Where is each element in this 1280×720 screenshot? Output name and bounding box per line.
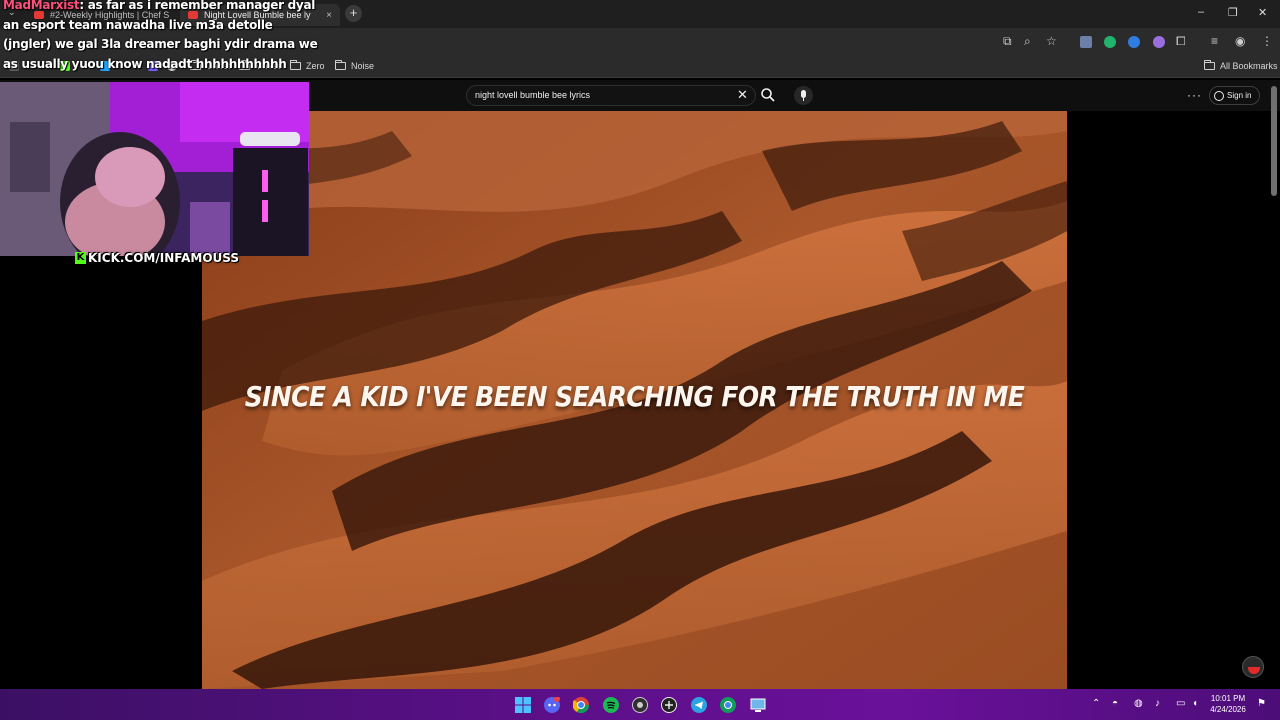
clock-date: 4/24/2026 — [1210, 705, 1246, 714]
video-player[interactable]: SINCE A KID I'VE BEEN SEARCHING FOR THE … — [202, 111, 1067, 689]
clock-time: 10:01 PM — [1210, 694, 1246, 703]
volume-icon[interactable]: ◖ — [1192, 698, 1198, 709]
bookmark-folder-noise[interactable]: Noise — [335, 60, 375, 71]
maximize-button[interactable]: ❐ — [1228, 6, 1238, 19]
media-controls-icon[interactable]: ≡ — [1211, 34, 1218, 48]
bookmark-label: All Bookmarks — [1220, 61, 1278, 71]
search-icon[interactable] — [760, 87, 776, 103]
microphone-icon[interactable] — [794, 86, 813, 105]
tray-overflow-icon[interactable]: ⌃ — [1092, 698, 1100, 709]
bookmark-star-icon[interactable]: ☆ — [1046, 34, 1057, 48]
kick-channel-label: K KICK.COM/INFAMOUSS — [75, 250, 239, 265]
extension-1-icon[interactable] — [1080, 36, 1092, 48]
extension-3-icon[interactable] — [1128, 36, 1140, 48]
kick-url: KICK.COM/INFAMOUSS — [88, 250, 240, 265]
chat-username: MadMarxist — [3, 0, 80, 12]
browser-menu-icon[interactable]: ⋮ — [1261, 34, 1273, 48]
lyric-caption: SINCE A KID I'VE BEEN SEARCHING FOR THE … — [244, 380, 1025, 413]
discord-tray-icon[interactable]: ◓ — [1112, 698, 1118, 709]
folder-icon — [335, 60, 346, 70]
telegram-icon[interactable] — [691, 697, 707, 713]
all-bookmarks-button[interactable]: All Bookmarks — [1204, 60, 1278, 71]
extensions-puzzle-icon[interactable]: ⧠ — [1176, 34, 1186, 49]
tab-close-icon[interactable]: × — [326, 10, 332, 21]
webcam-scene — [0, 82, 309, 256]
new-tab-button[interactable]: + — [345, 5, 362, 22]
app-tray-icon[interactable]: ◍ — [1134, 698, 1143, 709]
obs-icon[interactable] — [632, 697, 648, 713]
minimize-button[interactable]: – — [1198, 6, 1204, 18]
extension-2-icon[interactable] — [1104, 36, 1116, 48]
notifications-icon[interactable]: ⚑ — [1257, 698, 1266, 709]
discord-icon[interactable] — [544, 697, 560, 713]
zoom-icon[interactable]: ⌕ — [1024, 34, 1031, 49]
install-app-icon[interactable]: ⧉ — [1003, 34, 1012, 49]
clear-search-icon[interactable]: ✕ — [737, 87, 748, 103]
microphone-tray-icon[interactable]: ♪ — [1155, 698, 1160, 709]
page-scrollbar[interactable] — [1271, 86, 1277, 196]
system-clock[interactable]: 10:01 PM 4/24/2026 — [1206, 693, 1250, 715]
profile-icon[interactable]: ◉ — [1235, 34, 1245, 48]
sign-in-button[interactable]: Sign in — [1209, 86, 1260, 105]
kick-logo-icon: K — [75, 251, 86, 264]
bookmark-label: Noise — [351, 61, 375, 71]
folder-icon — [1204, 60, 1215, 70]
chrome-icon[interactable] — [573, 697, 589, 713]
search-query[interactable]: night lovell bumble bee lyrics — [475, 90, 590, 100]
streaming-app-icon[interactable] — [661, 697, 677, 713]
more-options-icon[interactable]: ··· — [1187, 88, 1202, 102]
streamer-webcam — [0, 82, 309, 256]
remote-desktop-icon[interactable] — [750, 697, 766, 713]
close-window-button[interactable]: ✕ — [1258, 6, 1267, 19]
account-icon — [1214, 90, 1224, 101]
network-icon[interactable]: ▭ — [1176, 698, 1185, 709]
windows-start-icon[interactable] — [515, 697, 531, 713]
channel-watermark-icon[interactable] — [1242, 656, 1264, 678]
chat-message: MadMarxist: as far as i remember manager… — [3, 0, 323, 74]
extension-4-icon[interactable] — [1153, 36, 1165, 48]
spotify-icon[interactable] — [603, 697, 619, 713]
sign-in-label: Sign in — [1227, 91, 1252, 100]
chrome-profile-icon[interactable] — [720, 697, 736, 713]
